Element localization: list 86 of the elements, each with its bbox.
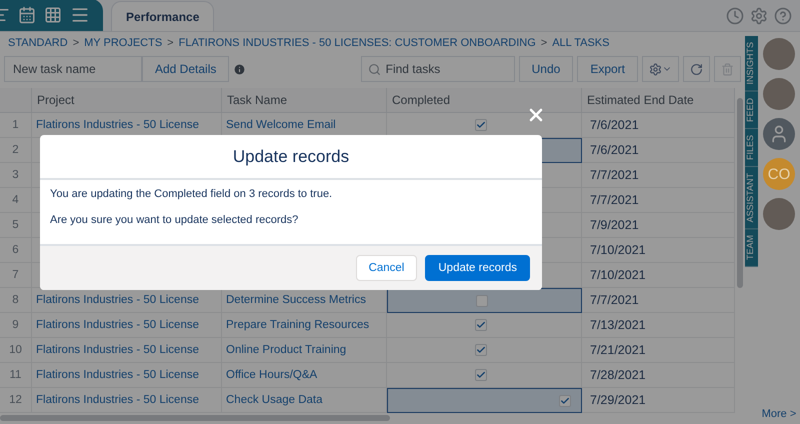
checkbox[interactable] <box>475 344 487 356</box>
task-link[interactable]: Online Product Training <box>222 338 387 363</box>
date-cell: 7/7/2021 <box>582 163 735 188</box>
add-details-button[interactable]: Add Details <box>142 56 230 82</box>
row-number: 2 <box>0 138 32 163</box>
row-number: 1 <box>0 113 32 138</box>
photo-placeholder[interactable] <box>763 38 795 70</box>
dialog-title: Update records <box>40 135 542 180</box>
row-number: 7 <box>0 263 32 288</box>
row-number: 5 <box>0 213 32 238</box>
breadcrumb-separator: > <box>72 37 80 49</box>
photo-placeholder[interactable] <box>763 198 795 230</box>
side-tab[interactable]: FILES <box>745 128 758 167</box>
column-header[interactable]: Completed <box>387 88 582 113</box>
row-number: 12 <box>0 388 32 413</box>
project-link[interactable]: Flatirons Industries - 50 License <box>32 363 222 388</box>
completed-cell[interactable] <box>387 388 582 413</box>
refresh-icon <box>690 62 703 76</box>
checkbox[interactable] <box>559 394 571 406</box>
avatar-silhouette-icon[interactable] <box>763 118 795 150</box>
breadcrumb-link[interactable]: MY PROJECTS <box>84 37 162 49</box>
horizontal-scrollbar[interactable] <box>0 415 390 421</box>
row-number: 9 <box>0 313 32 338</box>
cancel-button[interactable]: Cancel <box>356 255 418 281</box>
row-number: 3 <box>0 163 32 188</box>
side-tab[interactable]: INSIGHTS <box>745 36 758 92</box>
side-tab[interactable]: ASSISTANT <box>745 166 758 229</box>
project-link[interactable]: Flatirons Industries - 50 License <box>32 338 222 363</box>
photo-placeholder[interactable] <box>763 78 795 110</box>
breadcrumb-link[interactable]: ALL TASKS <box>552 37 610 49</box>
checkbox[interactable] <box>475 119 487 131</box>
project-link[interactable]: Flatirons Industries - 50 License <box>32 313 222 338</box>
column-header[interactable]: Task Name <box>222 88 387 113</box>
checkbox[interactable] <box>476 294 488 306</box>
refresh-button[interactable] <box>683 56 710 82</box>
side-tab[interactable]: TEAM <box>745 228 758 267</box>
settings-icon[interactable] <box>750 6 768 24</box>
date-cell: 7/10/2021 <box>582 238 735 263</box>
export-button[interactable]: Export <box>577 56 638 82</box>
date-cell: 7/6/2021 <box>582 138 735 163</box>
date-cell: 7/28/2021 <box>582 363 735 388</box>
calendar-icon[interactable] <box>18 6 36 24</box>
tab[interactable]: Performance <box>111 1 214 31</box>
clock-icon[interactable] <box>726 6 744 24</box>
row-number: 11 <box>0 363 32 388</box>
task-link[interactable]: Prepare Training Resources <box>222 313 387 338</box>
project-link[interactable]: Flatirons Industries - 50 License <box>32 388 222 413</box>
checkbox[interactable] <box>475 369 487 381</box>
row-number: 6 <box>0 238 32 263</box>
column-header[interactable]: Project <box>32 88 222 113</box>
completed-cell[interactable] <box>387 288 582 313</box>
date-cell: 7/6/2021 <box>582 113 735 138</box>
row-number: 8 <box>0 288 32 313</box>
info-icon[interactable] <box>233 62 246 76</box>
date-cell: 7/7/2021 <box>582 288 735 313</box>
task-link[interactable]: Office Hours/Q&A <box>222 363 387 388</box>
initials-avatar[interactable]: CO <box>763 158 795 190</box>
dialog-message: Are you sure you want to update selected records? <box>50 214 300 226</box>
date-cell: 7/21/2021 <box>582 338 735 363</box>
vertical-scrollbar[interactable] <box>737 98 743 288</box>
checkbox[interactable] <box>475 319 487 331</box>
date-cell: 7/9/2021 <box>582 213 735 238</box>
row-number: 10 <box>0 338 32 363</box>
trash-icon <box>721 62 734 76</box>
grid-icon[interactable] <box>44 6 62 24</box>
breadcrumb-link[interactable]: FLATIRONS INDUSTRIES - 50 LICENSES: CUSTOMER ONBOARDING <box>178 37 536 49</box>
more-link[interactable]: More > <box>762 408 796 420</box>
new-task-field[interactable]: New task name <box>4 56 142 82</box>
help-icon[interactable] <box>774 6 792 24</box>
breadcrumb-separator: > <box>540 37 548 49</box>
row-number: 4 <box>0 188 32 213</box>
date-cell: 7/29/2021 <box>582 388 735 413</box>
dialog-message: You are updating the Completed field on 3 records to true. <box>50 188 334 200</box>
breadcrumb-separator: > <box>167 37 174 49</box>
settings-dropdown-button[interactable] <box>642 56 679 82</box>
date-cell: 7/7/2021 <box>582 188 735 213</box>
side-tab[interactable]: FEED <box>745 92 758 129</box>
undo-button[interactable]: Undo <box>518 56 574 82</box>
date-cell: 7/13/2021 <box>582 313 735 338</box>
date-cell: 7/10/2021 <box>582 263 735 288</box>
gear-icon <box>649 62 662 76</box>
column-header[interactable]: Estimated End Date <box>582 88 735 113</box>
breadcrumb-link[interactable]: STANDARD <box>8 37 68 49</box>
search-field[interactable]: Find tasks <box>360 56 515 82</box>
update-records-button[interactable]: Update records <box>425 255 530 281</box>
search-icon <box>368 63 381 76</box>
